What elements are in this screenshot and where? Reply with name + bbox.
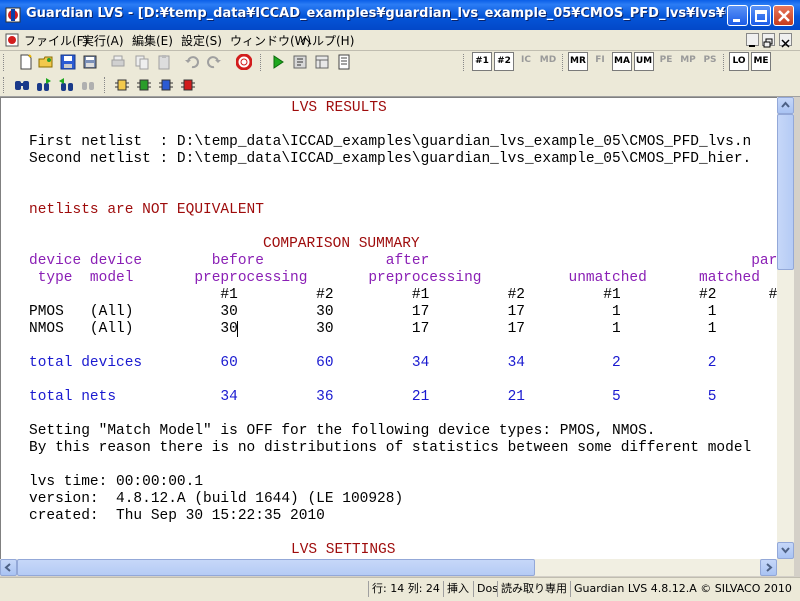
app-icon[interactable]: [5, 7, 21, 23]
toolbar-secondary: [0, 74, 800, 97]
um-button[interactable]: UM: [634, 52, 654, 71]
scroll-right-button[interactable]: [760, 559, 777, 576]
scroll-down-button[interactable]: [777, 542, 794, 559]
menu-help[interactable]: ヘルプ(H): [300, 32, 354, 49]
menu-edit[interactable]: 編集(E): [132, 32, 173, 49]
toolbar-grip[interactable]: [104, 77, 108, 93]
text-caret: [237, 321, 238, 337]
version-line: version: 4.8.12.A (build 1644) (LE 10092…: [29, 491, 404, 507]
scroll-left-button[interactable]: [0, 559, 17, 576]
doc-restore-button[interactable]: [762, 33, 775, 48]
copy-icon: [135, 55, 149, 70]
scrollbar-corner: [777, 559, 794, 576]
scroll-up-button[interactable]: [777, 97, 794, 114]
toolbar-grip[interactable]: [3, 77, 7, 93]
horizontal-scrollbar[interactable]: [0, 559, 777, 576]
total-nets-row: total nets 34 36 21 21 5 5 16: [29, 389, 777, 405]
doc-close-button[interactable]: [779, 33, 792, 48]
save-all-icon[interactable]: [82, 54, 98, 70]
pe-button[interactable]: PE: [656, 52, 676, 71]
me-button[interactable]: ME: [751, 52, 771, 71]
net-icon[interactable]: [136, 77, 152, 93]
total-devices-row: total devices 60 60 34 34 2 2 32: [29, 355, 777, 371]
doc-minimize-button[interactable]: [746, 33, 759, 47]
ic-button[interactable]: IC: [516, 52, 536, 71]
document-icon[interactable]: [4, 32, 20, 48]
close-button[interactable]: [773, 5, 794, 26]
menu-run[interactable]: 実行(A): [82, 32, 124, 49]
new-file-icon[interactable]: [18, 54, 34, 70]
created-line: created: Thu Sep 30 15:22:35 2010: [29, 508, 325, 524]
note-line: By this reason there is no distributions…: [29, 440, 752, 456]
menu-file[interactable]: ファイル(F): [24, 32, 88, 49]
settings-heading: LVS SETTINGS: [291, 542, 396, 558]
device-icon[interactable]: [114, 77, 130, 93]
run-icon[interactable]: [270, 54, 286, 70]
readonly-indicator: 読み取り専用: [497, 581, 567, 597]
save-icon[interactable]: [60, 54, 76, 70]
report-editor[interactable]: LVS RESULTS First netlist : D:\temp_data…: [0, 97, 777, 559]
table-row: PMOS (All) 30 30 17 17 1 1 16 0: [29, 304, 717, 320]
find-icon[interactable]: [14, 77, 30, 93]
line-ending: Dos: [473, 581, 498, 597]
toolbar-grip[interactable]: [562, 54, 566, 71]
pin-icon[interactable]: [158, 77, 174, 93]
vertical-scrollbar[interactable]: [777, 97, 794, 559]
toolbar-grip[interactable]: [260, 54, 264, 71]
verdict-line: netlists are NOT EQUIVALENT: [29, 202, 264, 218]
open-icon[interactable]: [38, 54, 54, 70]
cell-icon[interactable]: [180, 77, 196, 93]
netlist1-button[interactable]: #1: [472, 52, 492, 71]
redo-icon: [207, 56, 221, 69]
second-netlist-line: Second netlist : D:\temp_data\ICCAD_exam…: [29, 151, 752, 167]
toolbar-grip[interactable]: [463, 54, 467, 71]
menu-bar: ファイル(F) 実行(A) 編集(E) 設定(S) ウィンドウ(W) ヘルプ(H…: [0, 30, 800, 51]
lvs-time-line: lvs time: 00:00:00.1: [29, 474, 204, 490]
table-row: NMOS (All) 30 30 17 17 1 1 16 0: [29, 321, 717, 337]
vertical-scroll-thumb[interactable]: [777, 114, 794, 270]
report-icon[interactable]: [336, 54, 352, 70]
fi-button[interactable]: FI: [590, 52, 610, 71]
ps-button[interactable]: PS: [700, 52, 720, 71]
paste-icon: [158, 55, 170, 70]
ma-button[interactable]: MA: [612, 52, 632, 71]
maximize-button[interactable]: [750, 5, 771, 26]
print-icon: [111, 55, 125, 67]
table-header-2: type model preprocessing preprocessing u…: [29, 270, 777, 286]
undo-icon: [185, 56, 199, 69]
table-header-1: device device before after param: [29, 253, 777, 269]
title-bar: Guardian LVS - [D:¥temp_data¥ICCAD_examp…: [0, 0, 800, 31]
layout-icon[interactable]: [314, 54, 330, 70]
minimize-button[interactable]: [727, 5, 748, 26]
window-title: Guardian LVS - [D:¥temp_data¥ICCAD_examp…: [26, 6, 726, 21]
md-button[interactable]: MD: [538, 52, 558, 71]
replace-icon: [82, 82, 94, 90]
netlist2-button[interactable]: #2: [494, 52, 514, 71]
table-header-3: #1 #2 #1 #2 #1 #2 #1=#2 #1=: [220, 287, 777, 303]
lo-button[interactable]: LO: [729, 52, 749, 71]
run-settings-icon[interactable]: [292, 54, 308, 70]
product-info: Guardian LVS 4.8.12.A © SILVACO 2010: [570, 581, 792, 597]
first-netlist-line: First netlist : D:\temp_data\ICCAD_examp…: [29, 134, 752, 150]
report-heading: LVS RESULTS: [291, 100, 387, 116]
help-icon[interactable]: [236, 54, 252, 70]
summary-title: COMPARISON SUMMARY: [263, 236, 420, 252]
mr-button[interactable]: MR: [568, 52, 588, 71]
find-next-icon[interactable]: [36, 77, 52, 93]
find-previous-icon[interactable]: [58, 77, 74, 93]
insert-mode: 挿入: [443, 581, 469, 597]
horizontal-scroll-thumb[interactable]: [17, 559, 535, 576]
menu-settings[interactable]: 設定(S): [181, 32, 222, 49]
toolbar-grip[interactable]: [3, 54, 7, 71]
cursor-position: 行: 14 列: 24: [368, 581, 440, 597]
note-line: Setting "Match Model" is OFF for the fol…: [29, 423, 656, 439]
status-bar: 行: 14 列: 24 挿入 Dos 読み取り専用 Guardian LVS 4…: [0, 577, 800, 601]
toolbar-grip[interactable]: [723, 54, 727, 71]
mp-button[interactable]: MP: [678, 52, 698, 71]
